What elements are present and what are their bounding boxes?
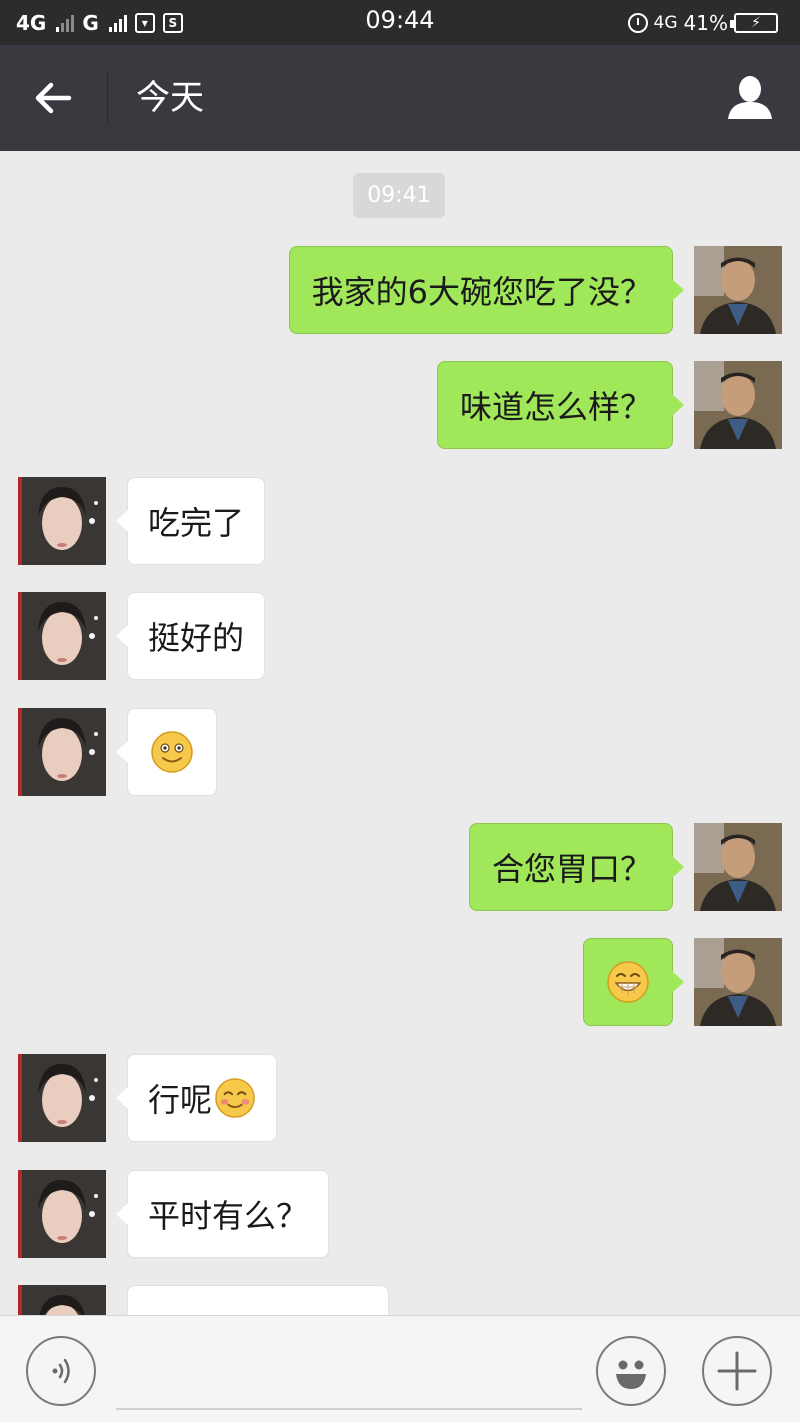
my-avatar[interactable] xyxy=(694,246,782,334)
chat-area[interactable]: 09:41 我家的6大碗您吃了没？ 味道怎么样？ 吃完了 挺好的 合您胃口？ 行… xyxy=(0,151,800,1315)
message-input[interactable] xyxy=(116,1344,582,1410)
outgoing-message[interactable]: 我家的6大碗您吃了没？ xyxy=(288,246,685,334)
message-text: 味道怎么样？ xyxy=(459,388,652,426)
incoming-message-partial[interactable] xyxy=(127,1285,389,1315)
plus-icon xyxy=(717,1351,757,1391)
outgoing-message[interactable] xyxy=(583,938,684,1026)
grin-emoji-icon xyxy=(607,961,649,1003)
alarm-icon xyxy=(627,13,648,33)
my-avatar[interactable] xyxy=(694,938,782,1026)
message-text: 平时有么？ xyxy=(148,1197,309,1235)
contact-info-button[interactable] xyxy=(722,69,778,125)
male-avatar-image xyxy=(694,938,782,1026)
battery-icon: ⚡ xyxy=(730,13,778,33)
incoming-message[interactable]: 吃完了 xyxy=(115,477,266,565)
contact-avatar[interactable] xyxy=(18,708,106,796)
person-icon xyxy=(728,76,772,119)
contact-avatar[interactable] xyxy=(18,1170,106,1258)
message-text: 吃完了 xyxy=(148,504,245,542)
female-avatar-image xyxy=(18,1170,106,1258)
contact-avatar[interactable] xyxy=(18,477,106,565)
back-arrow-icon xyxy=(35,82,72,114)
status-bar: 4G G ▾ S 09:44 4G 41% ⚡ xyxy=(0,0,800,45)
blush-emoji-icon xyxy=(215,1078,255,1118)
input-bar xyxy=(0,1315,800,1422)
contact-avatar[interactable] xyxy=(18,592,106,680)
voice-input-button[interactable] xyxy=(26,1336,96,1406)
header-divider xyxy=(107,73,108,125)
incoming-message[interactable]: 行呢 xyxy=(115,1054,278,1142)
message-text: 挺好的 xyxy=(148,619,245,657)
female-avatar-image xyxy=(18,1285,106,1315)
emoji-button[interactable] xyxy=(596,1336,666,1406)
male-avatar-image xyxy=(694,246,782,334)
female-avatar-image xyxy=(18,708,106,796)
chat-title: 今天 xyxy=(136,78,204,118)
incoming-message[interactable]: 挺好的 xyxy=(115,592,266,680)
male-avatar-image xyxy=(694,361,782,449)
male-avatar-image xyxy=(694,823,782,911)
chat-header: 今天 xyxy=(0,45,800,151)
status-right: 4G 41% ⚡ xyxy=(627,8,778,38)
time-divider: 09:41 xyxy=(353,173,445,218)
smile-emoji-icon xyxy=(151,731,193,773)
my-avatar[interactable] xyxy=(694,361,782,449)
message-text: 行呢 xyxy=(148,1081,213,1119)
voice-wave-icon xyxy=(52,1358,70,1384)
contact-avatar[interactable] xyxy=(18,1054,106,1142)
incoming-message[interactable]: 平时有么？ xyxy=(115,1170,330,1258)
outgoing-message[interactable]: 味道怎么样？ xyxy=(436,361,685,449)
message-text: 合您胃口？ xyxy=(491,850,652,888)
contact-avatar[interactable] xyxy=(18,1285,106,1315)
back-button[interactable] xyxy=(0,45,106,151)
message-text: 我家的6大碗您吃了没？ xyxy=(311,273,652,311)
incoming-message[interactable] xyxy=(116,708,217,796)
outgoing-message[interactable]: 合您胃口？ xyxy=(468,823,685,911)
my-avatar[interactable] xyxy=(694,823,782,911)
more-options-button[interactable] xyxy=(702,1336,772,1406)
network-type-3: 4G xyxy=(653,13,678,33)
battery-percent: 41% xyxy=(683,11,728,35)
female-avatar-image xyxy=(18,592,106,680)
female-avatar-image xyxy=(18,1054,106,1142)
smiley-icon xyxy=(616,1360,646,1389)
female-avatar-image xyxy=(18,477,106,565)
